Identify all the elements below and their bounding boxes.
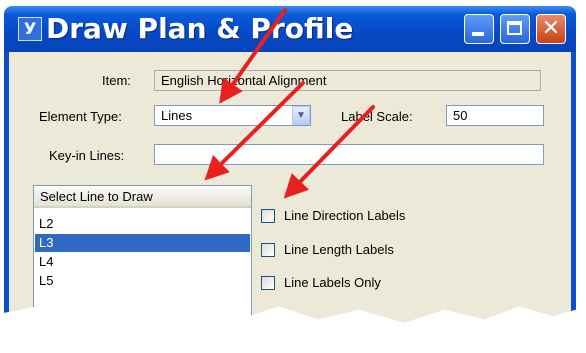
keyin-lines-input[interactable] [154,144,544,165]
item-field: English Horizontal Alignment [154,70,541,91]
window-border-right [571,52,576,323]
window-border-left [4,52,9,323]
item-label: Item: [102,73,131,88]
minimize-icon [472,32,484,36]
label-scale-input[interactable]: 50 [446,105,544,126]
dialog-window: У Draw Plan & Profile ✕ Item: English Ho… [4,6,576,323]
list-item-l4[interactable]: L4 [35,253,250,271]
line-length-labels-label[interactable]: Line Length Labels [284,242,394,257]
line-labels-only-label[interactable]: Line Labels Only [284,275,381,290]
minimize-button[interactable] [464,14,494,44]
close-icon: ✕ [541,16,561,41]
chevron-down-icon[interactable]: ▼ [292,106,310,125]
app-icon: У [18,17,42,41]
maximize-button[interactable] [500,14,530,44]
list-item-l3[interactable]: L3 [35,234,250,252]
line-list[interactable]: Select Line to Draw L2 L3 L4 L5 [33,185,252,323]
list-item-l5[interactable]: L5 [35,272,250,290]
close-button[interactable]: ✕ [536,14,566,44]
list-item-l2[interactable]: L2 [35,215,250,233]
line-direction-labels-label[interactable]: Line Direction Labels [284,208,405,223]
element-type-dropdown[interactable]: Lines [154,105,311,126]
element-type-label: Element Type: [39,109,122,124]
keyin-lines-label: Key-in Lines: [49,148,125,163]
window-title: Draw Plan & Profile [46,12,354,45]
list-header[interactable]: Select Line to Draw [34,186,251,208]
maximize-icon [507,21,522,35]
title-bar[interactable]: У Draw Plan & Profile ✕ [4,6,576,52]
line-direction-labels-checkbox[interactable] [261,209,275,223]
label-scale-label: Label Scale: [341,109,413,124]
line-labels-only-checkbox[interactable] [261,276,275,290]
line-length-labels-checkbox[interactable] [261,243,275,257]
